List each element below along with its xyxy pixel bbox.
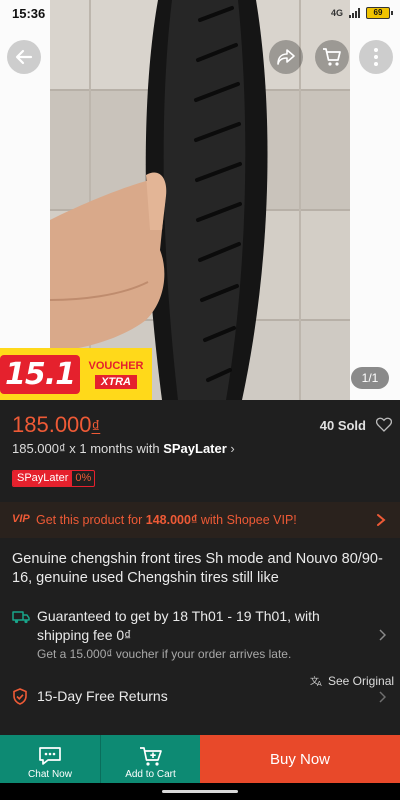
product-photo[interactable]: [50, 0, 350, 400]
promo-banner[interactable]: 15.1 VOUCHER XTRA: [0, 348, 152, 400]
returns-policy[interactable]: 15-Day Free Returns: [12, 687, 392, 709]
battery-icon: 69: [366, 7, 393, 19]
more-vertical-icon: [374, 48, 378, 66]
price-row: 185.000₫ 40 Sold: [12, 412, 392, 438]
vip-offer-text: Get this product for 148.000₫ with Shope…: [36, 513, 297, 527]
status-bar: 15:36 4G 69: [0, 0, 400, 28]
image-counter: 1/1: [351, 367, 389, 389]
installment-offer[interactable]: 185.000₫ x 1 months with SPayLater ›: [12, 441, 235, 456]
chevron-right-icon: ›: [230, 441, 235, 456]
add-to-cart-button[interactable]: Add to Cart: [100, 735, 200, 783]
product-image-gallery[interactable]: 15:36 4G 69 15.1 VOUCHER XTRA 1/1: [0, 0, 400, 400]
shield-check-icon: [13, 688, 27, 705]
late-voucher-text: Get a 15.000₫ voucher if your order arri…: [37, 647, 292, 661]
promo-voucher-label: VOUCHER: [88, 359, 144, 372]
status-icons: 4G 69: [330, 7, 393, 19]
vip-text-prefix: Get this product for: [36, 513, 146, 527]
installment-text: 185.000₫ x 1 months with: [12, 441, 164, 456]
shopping-cart-icon: [323, 48, 341, 66]
spaylater-badge-label: SPayLater: [13, 471, 73, 486]
see-original-button[interactable]: 文 A See Original: [310, 674, 394, 688]
buy-now-button[interactable]: Buy Now: [200, 735, 400, 783]
see-original-label: See Original: [328, 674, 395, 688]
shipping-guarantee-text: Guaranteed to get by 18 Th01 - 19 Th01, …: [37, 608, 320, 643]
add-to-cart-icon: [139, 747, 162, 766]
share-button[interactable]: [269, 40, 303, 74]
installment-brand: SPayLater: [163, 441, 227, 456]
vip-tag: VIP: [12, 513, 30, 525]
product-price: 185.000₫: [12, 412, 100, 437]
chat-now-button[interactable]: Chat Now: [0, 735, 100, 783]
chevron-right-icon: [379, 629, 386, 641]
vip-offer-bar[interactable]: VIP Get this product for 148.000₫ with S…: [0, 502, 400, 538]
share-icon: [277, 49, 295, 65]
spaylater-badge-rate: 0%: [75, 472, 92, 484]
cart-button[interactable]: [315, 40, 349, 74]
back-button[interactable]: [7, 40, 41, 74]
vip-text-suffix: with Shopee VIP!: [197, 513, 297, 527]
chat-icon: [39, 747, 61, 765]
heart-icon[interactable]: [376, 417, 392, 432]
returns-text: 15-Day Free Returns: [37, 688, 168, 704]
arrow-left-icon: [15, 49, 33, 65]
promo-number: 15.1: [0, 354, 81, 394]
chat-now-label: Chat Now: [28, 769, 72, 780]
home-indicator[interactable]: [162, 790, 238, 793]
product-title: Genuine chengshin front tires Sh mode an…: [12, 551, 383, 586]
promo-date-block: 15.1: [0, 348, 81, 400]
more-options-button[interactable]: [359, 40, 393, 74]
price-value: 185.000: [12, 412, 92, 437]
add-to-cart-label: Add to Cart: [125, 769, 176, 780]
tire-photo-illustration: [50, 0, 350, 400]
chevron-right-icon: [377, 514, 386, 526]
promo-xtra-label: XTRA: [95, 374, 137, 389]
promo-voucher-block: VOUCHER XTRA: [80, 348, 152, 400]
signal-icon: [349, 8, 360, 18]
vip-price: 148.000₫: [145, 513, 198, 527]
bottom-action-bar: Chat Now Add to Cart Buy Now: [0, 735, 400, 783]
price-currency: ₫: [91, 417, 101, 436]
truck-icon: [12, 611, 30, 624]
sold-count: 40 Sold: [319, 418, 366, 433]
translate-icon: 文 A: [310, 675, 322, 687]
system-nav-bar: [0, 783, 400, 800]
status-time: 15:36: [12, 6, 46, 21]
chevron-right-icon: [379, 691, 386, 703]
spaylater-badge: SPayLater 0%: [12, 470, 96, 487]
network-type-label: 4G: [330, 8, 343, 18]
